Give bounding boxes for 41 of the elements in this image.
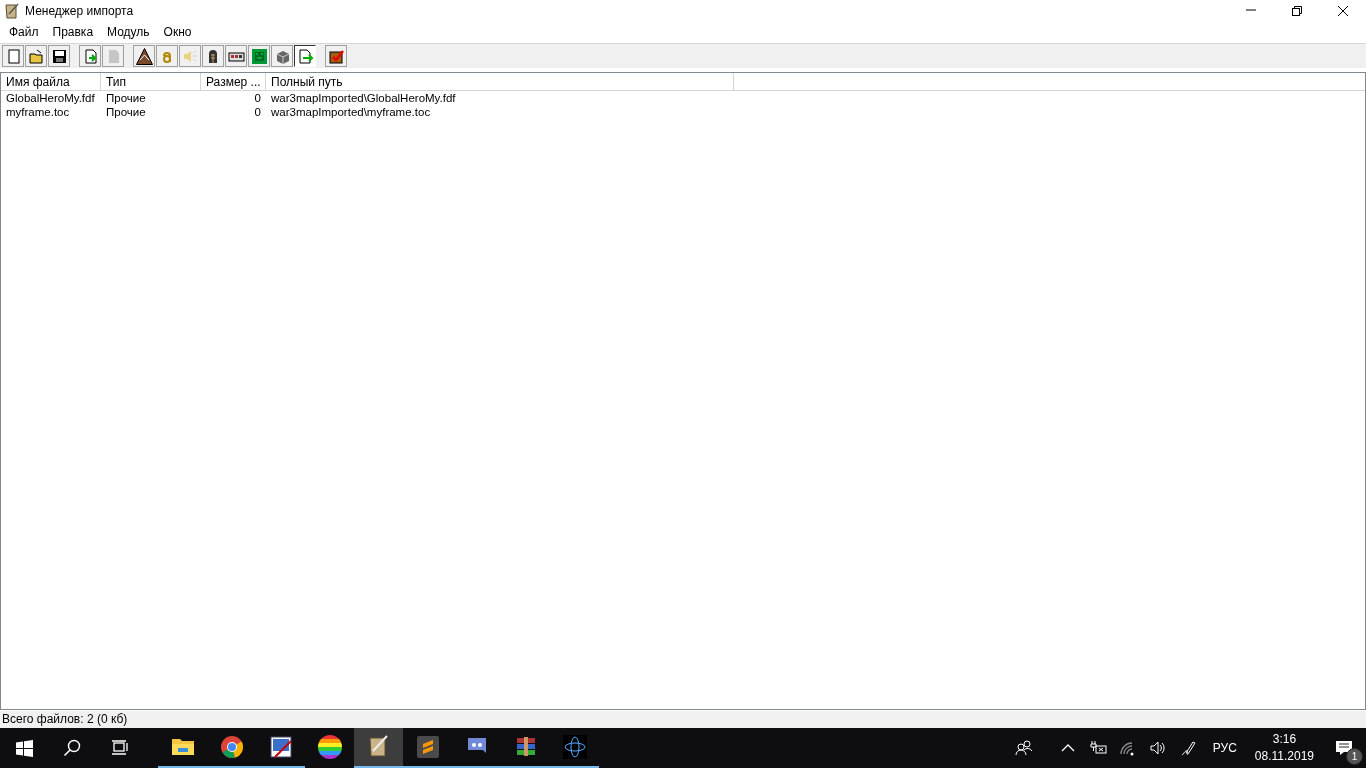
language-indicator[interactable]: РУС [1202, 741, 1247, 755]
speaker-icon [1148, 739, 1167, 757]
atom-icon [560, 733, 589, 761]
menu-item[interactable]: Файл [2, 23, 46, 41]
table-cell-text: 0 [253, 91, 262, 105]
table-cell-text: 0 [253, 105, 262, 119]
status-bar: Всего файлов: 2 (0 кб) [0, 710, 1366, 728]
search-icon [63, 739, 81, 757]
table-cell-text: Прочие [105, 91, 147, 105]
toolbar-button[interactable] [294, 45, 316, 67]
mountain-icon [135, 47, 153, 65]
task-view-icon [111, 740, 129, 756]
message-icon [1335, 740, 1353, 756]
close-icon [1337, 5, 1349, 17]
toolbar-button[interactable] [325, 45, 347, 67]
toolbar-button[interactable] [225, 45, 247, 67]
windows-logo-icon [15, 739, 33, 757]
toolbar-button[interactable] [48, 45, 70, 67]
table-cell-text: GlobalHeroMy.fdf [5, 91, 96, 105]
scroll-quill-icon [5, 3, 19, 19]
toolbar-button[interactable] [202, 45, 224, 67]
table-cell-text: Прочие [105, 105, 147, 119]
folder-icon [27, 47, 45, 65]
toolbar-button[interactable] [133, 45, 155, 67]
menu-item[interactable]: Правка [45, 23, 101, 41]
menu-item[interactable]: Модуль [100, 23, 157, 41]
toolbar-button[interactable] [248, 45, 270, 67]
window-title: Менеджер импорта [25, 4, 135, 18]
taskbar-app[interactable] [354, 728, 403, 768]
file-arrow-icon [296, 47, 314, 65]
restore-icon [1291, 5, 1303, 17]
menu-item[interactable]: Окно [156, 23, 199, 41]
people-icon [1014, 739, 1033, 757]
notification-badge: 1 [1346, 748, 1363, 765]
table-cell-text: war3mapImported\GlobalHeroMy.fdf [270, 91, 457, 105]
clock[interactable]: 3:16 08.11.2019 [1246, 731, 1322, 765]
battery-plug-icon [1088, 739, 1107, 757]
notifications-button[interactable]: 1 [1322, 728, 1366, 768]
table-cell-text: war3mapImported\myframe.toc [270, 105, 432, 119]
table-cell-text: myframe.toc [5, 105, 71, 119]
mask-icon [250, 47, 268, 65]
